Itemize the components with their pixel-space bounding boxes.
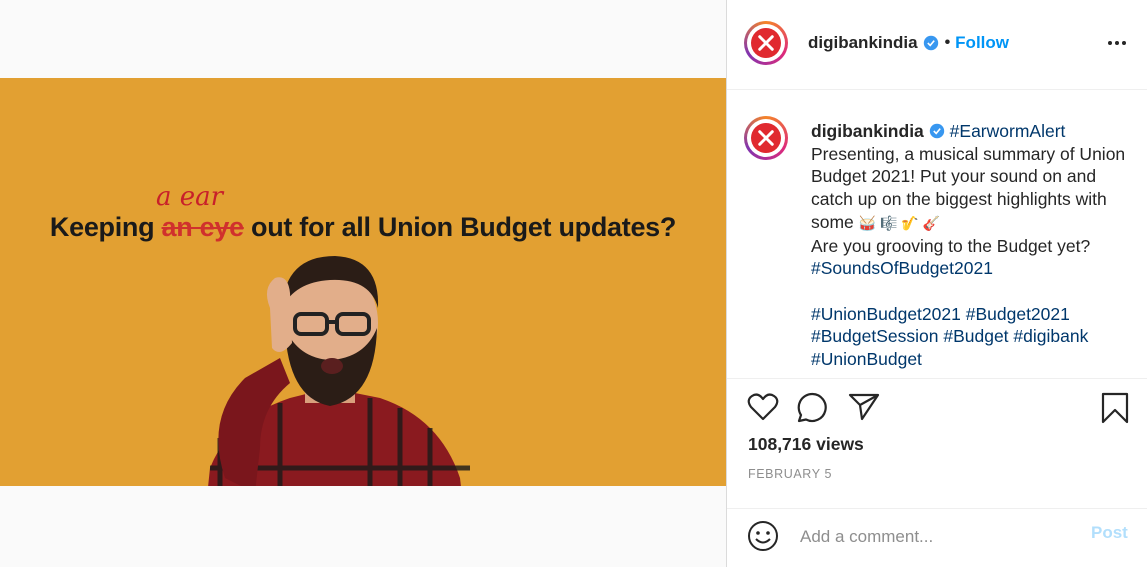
hashtag-link[interactable]: #EarwormAlert — [950, 121, 1066, 141]
headline-after: out for all Union Budget updates? — [243, 212, 677, 242]
logo-mark-icon — [758, 130, 774, 146]
caption-question: Are you grooving to the Budget yet? — [811, 235, 1091, 256]
hashtag-link[interactable]: #digibank — [1013, 326, 1088, 346]
post-date[interactable]: FEBRUARY 5 — [748, 467, 832, 481]
avatar-ring — [747, 24, 785, 62]
view-count[interactable]: 108,716 views — [748, 434, 864, 455]
media-pane: a ear Keeping an eye out for all Union B… — [0, 0, 726, 567]
logo-mark-icon — [758, 35, 774, 51]
headline-insert-text: a ear — [156, 182, 224, 212]
hashtag-link[interactable]: #UnionBudget2021 — [811, 304, 961, 324]
headline-struck-text: an eye — [161, 212, 245, 242]
headline-before: Keeping — [49, 212, 162, 242]
header-user-row: digibankindia • Follow — [808, 33, 1009, 53]
header-username[interactable]: digibankindia — [808, 33, 918, 53]
avatar[interactable] — [744, 21, 788, 65]
post-sidebar: digibankindia • Follow digibankindia #Ea… — [726, 0, 1147, 567]
caption-avatar-ring — [747, 119, 785, 157]
verified-badge-icon — [923, 35, 938, 51]
hashtag-link[interactable]: #UnionBudget — [811, 349, 922, 369]
separator-dot: • — [944, 34, 951, 51]
post-header: digibankindia • Follow — [727, 0, 1147, 90]
bookmark-icon[interactable] — [1101, 392, 1129, 429]
post-caption: digibankindia #EarwormAlert Presenting, … — [811, 120, 1136, 371]
hashtag-link[interactable]: #BudgetSession — [811, 326, 938, 346]
verified-badge-icon — [929, 123, 944, 139]
post-actions: 108,716 views FEBRUARY 5 — [727, 378, 1147, 509]
hashtag-link[interactable]: #SoundsOfBudget2021 — [811, 258, 993, 278]
follow-button[interactable]: Follow — [955, 33, 1009, 53]
video-player[interactable]: a ear Keeping an eye out for all Union B… — [0, 78, 726, 486]
smiley-icon[interactable] — [747, 520, 779, 557]
share-icon[interactable] — [848, 392, 880, 427]
comment-input[interactable] — [798, 521, 1072, 553]
music-emojis: 🥁 🎼 🎷 🎸 — [858, 214, 941, 231]
heart-icon[interactable] — [747, 392, 779, 427]
hashtag-link[interactable]: #Budget2021 — [966, 304, 1070, 324]
video-headline: Keeping an eye out for all Union Budget … — [0, 212, 726, 243]
dbs-logo-icon — [751, 28, 781, 58]
post-comment-button[interactable]: Post — [1091, 523, 1128, 543]
hashtag-link[interactable]: #Budget — [943, 326, 1008, 346]
comment-bar: Post — [727, 509, 1147, 567]
caption-avatar[interactable] — [744, 116, 788, 160]
dbs-logo-icon — [751, 123, 781, 153]
more-options-icon[interactable] — [1107, 33, 1127, 58]
caption-area: digibankindia #EarwormAlert Presenting, … — [727, 90, 1147, 379]
bearded-man-illustration — [208, 256, 470, 486]
caption-username[interactable]: digibankindia — [811, 121, 924, 141]
comment-icon[interactable] — [797, 392, 828, 428]
